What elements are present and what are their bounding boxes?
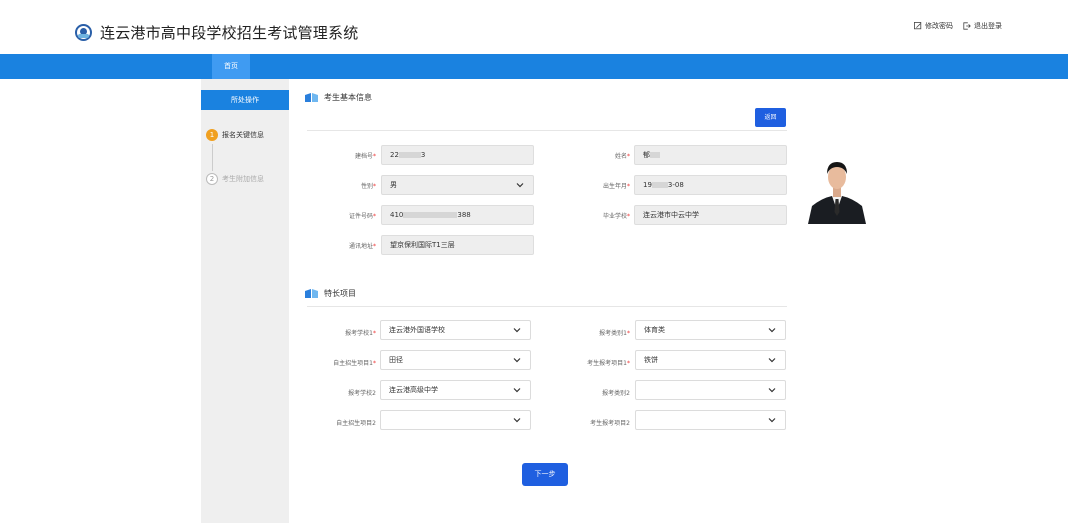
apply-school-1-select[interactable]: 连云港外国语学校 <box>380 320 531 340</box>
nav-bar: 首页 <box>0 54 1068 79</box>
change-password-link[interactable]: 修改密码 <box>914 21 953 31</box>
sidebar: 所处操作 1 报名关键信息 2 考生附加信息 <box>201 79 289 523</box>
field-label: 通讯地址* <box>348 243 376 250</box>
field-label: 出生年月* <box>602 183 630 190</box>
field-label: 证件号码* <box>348 213 376 220</box>
chevron-down-icon <box>513 358 521 363</box>
step-number: 1 <box>206 129 218 141</box>
step-extra-info[interactable]: 2 考生附加信息 <box>206 173 264 185</box>
divider <box>307 130 787 131</box>
edit-icon <box>914 22 922 30</box>
gender-select[interactable]: 男 <box>381 175 534 195</box>
chevron-down-icon <box>768 328 776 333</box>
field-label: 报考类别2 <box>602 390 630 397</box>
step-label: 报名关键信息 <box>222 131 264 139</box>
exam-project-2-select[interactable] <box>635 410 786 430</box>
basic-info-heading: 考生基本信息 <box>304 92 372 103</box>
field-label: 自主招生项目2 <box>336 420 376 427</box>
section-title-text: 特长项目 <box>324 289 356 298</box>
tab-home[interactable]: 首页 <box>212 54 250 79</box>
book-icon <box>305 93 318 102</box>
birth-field: 19 3-08 <box>634 175 787 195</box>
field-label: 报考类别1* <box>599 330 630 337</box>
graduation-school-field: 连云港市中云中学 <box>634 205 787 225</box>
field-label: 毕业学校* <box>602 213 630 220</box>
next-step-button[interactable]: 下一步 <box>522 463 568 486</box>
exam-project-1-select[interactable]: 铁饼 <box>635 350 786 370</box>
chevron-down-icon <box>768 418 776 423</box>
self-enrollment-project-2-select[interactable] <box>380 410 531 430</box>
step-key-info[interactable]: 1 报名关键信息 <box>206 129 264 141</box>
logout-icon <box>963 22 971 30</box>
chevron-down-icon <box>513 418 521 423</box>
field-label: 性别* <box>360 183 376 190</box>
field-label: 考生报考项目1* <box>587 360 630 367</box>
chevron-down-icon <box>768 388 776 393</box>
special-heading: 特长项目 <box>304 288 356 299</box>
logo-icon <box>75 24 92 41</box>
step-number: 2 <box>206 173 218 185</box>
app-title: 连云港市高中段学校招生考试管理系统 <box>100 24 359 42</box>
field-label: 报考学校1* <box>345 330 376 337</box>
chevron-down-icon <box>768 358 776 363</box>
field-label: 建档号* <box>354 153 376 160</box>
apply-category-2-select[interactable] <box>635 380 786 400</box>
student-photo <box>806 150 868 224</box>
top-links: 修改密码 退出登录 <box>914 21 1002 31</box>
step-connector <box>212 144 213 171</box>
field-label: 考生报考项目2 <box>590 420 630 427</box>
chevron-down-icon <box>516 183 524 188</box>
archive-no-field: 22 3 <box>381 145 534 165</box>
divider <box>307 306 787 307</box>
logout-label: 退出登录 <box>974 22 1002 30</box>
step-label: 考生附加信息 <box>222 175 264 183</box>
book-icon <box>305 289 318 298</box>
name-field: 郁 <box>634 145 787 165</box>
address-field: 望京保利国际T1三层 <box>381 235 534 255</box>
id-number-field: 410 388 <box>381 205 534 225</box>
header: 连云港市高中段学校招生考试管理系统 修改密码 退出登录 <box>0 0 1068 54</box>
field-label: 报考学校2 <box>348 390 376 397</box>
self-enrollment-project-1-select[interactable]: 田径 <box>380 350 531 370</box>
back-button[interactable]: 返回 <box>755 108 786 127</box>
chevron-down-icon <box>513 328 521 333</box>
apply-school-2-select[interactable]: 连云港高级中学 <box>380 380 531 400</box>
apply-category-1-select[interactable]: 体育类 <box>635 320 786 340</box>
field-label: 自主招生项目1* <box>333 360 376 367</box>
section-title-text: 考生基本信息 <box>324 93 372 102</box>
sidebar-title: 所处操作 <box>201 90 289 110</box>
change-password-label: 修改密码 <box>925 22 953 30</box>
field-label: 姓名* <box>614 153 630 160</box>
chevron-down-icon <box>513 388 521 393</box>
logout-link[interactable]: 退出登录 <box>963 21 1002 31</box>
